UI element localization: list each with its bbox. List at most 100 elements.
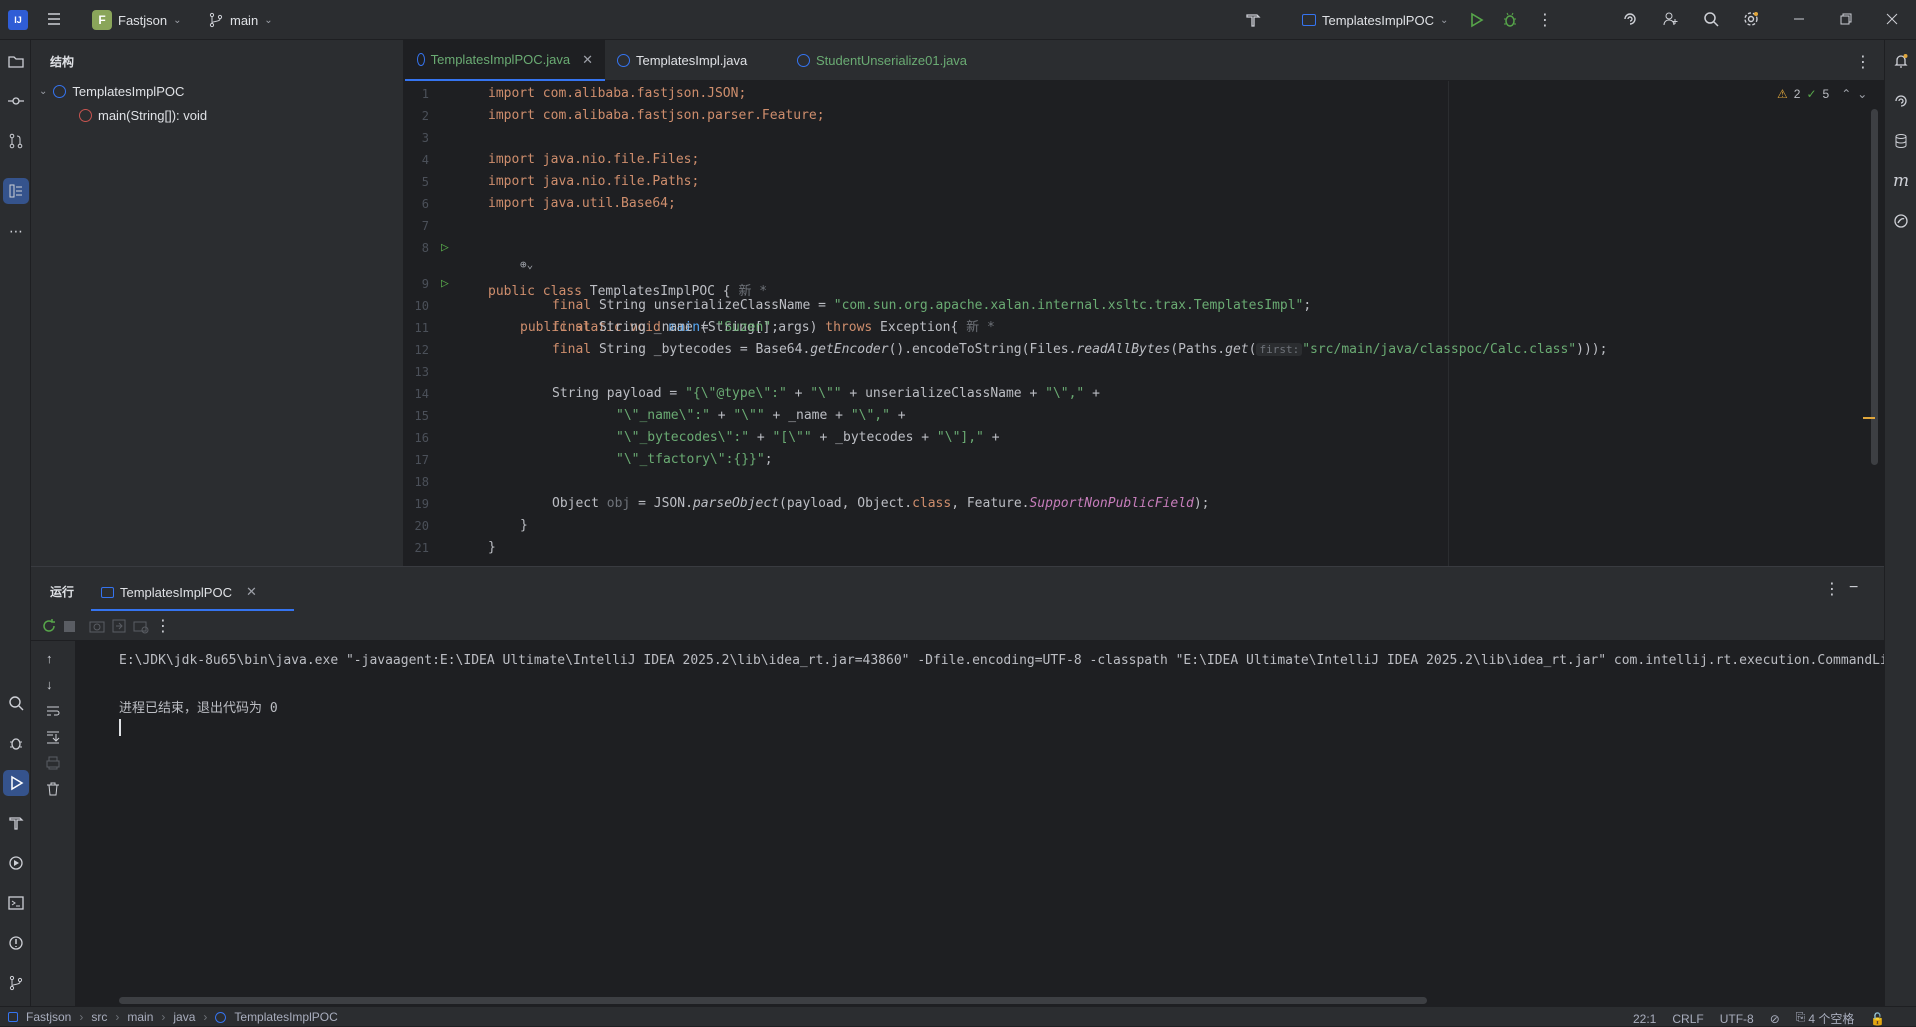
run-options-icon[interactable]: ⋮ (1824, 579, 1840, 599)
print-icon[interactable] (45, 755, 61, 771)
branch-selector[interactable]: main ⌄ (200, 6, 281, 34)
breadcrumb-item[interactable]: java (173, 1010, 195, 1024)
code-line: 9 ▷ public static void main(String[] arg… (405, 273, 1884, 335)
debug-tool-icon[interactable] (3, 730, 29, 756)
text-cursor (119, 719, 121, 736)
hide-panel-icon[interactable]: − (1849, 579, 1858, 597)
right-tool-bar: m (1884, 40, 1916, 1006)
tab-options-icon[interactable]: ⋮ (1855, 52, 1871, 72)
app-logo-icon[interactable]: IJ (8, 10, 28, 30)
title-bar: IJ F Fastjson ⌄ main ⌄ TemplatesImplPOC … (0, 0, 1916, 40)
commit-icon[interactable] (3, 88, 29, 114)
project-folder-icon[interactable] (3, 48, 29, 74)
database-icon[interactable] (1888, 128, 1914, 154)
restore-icon[interactable] (1838, 11, 1854, 27)
close-icon[interactable] (1884, 11, 1900, 27)
tab-templatesimpl[interactable]: TemplatesImpl.java (605, 40, 785, 81)
close-tab-icon[interactable]: ✕ (582, 52, 593, 68)
more-horizontal-icon[interactable]: ⋯ (3, 218, 29, 244)
project-selector[interactable]: F Fastjson ⌄ (84, 6, 190, 34)
screenshot-icon[interactable] (89, 618, 105, 634)
more-vertical-icon[interactable]: ⋮ (1537, 10, 1553, 30)
minimize-icon[interactable] (1791, 11, 1807, 27)
tab-templatesimplpoc[interactable]: TemplatesImplPOC.java ✕ (405, 40, 605, 81)
settings-gear-icon[interactable] (1743, 11, 1759, 27)
code-editor[interactable]: ⚠ 2 ✓ 5 ⌃ ⌄ 1 import com.alibaba.fastjson.J… (405, 81, 1884, 566)
java-class-icon (617, 54, 630, 67)
left-tool-bar: ⋯ (0, 40, 31, 1006)
maven-icon[interactable]: m (1888, 168, 1914, 194)
stop-icon[interactable] (64, 621, 75, 632)
inspection-profile-icon[interactable]: ⊘ (1770, 1012, 1780, 1026)
notifications-bell-icon[interactable] (1888, 48, 1914, 74)
code-line: 16 "\"_bytecodes\":" + "[\"" + _bytecodes… (414, 430, 1000, 445)
console-output[interactable]: E:\JDK\jdk-8u65\bin\java.exe "-javaagent… (76, 641, 1884, 1007)
run-config-label: TemplatesImplPOC (1322, 12, 1434, 28)
lock-icon[interactable]: 🔓 (1870, 1012, 1885, 1026)
scroll-to-end-icon[interactable] (45, 729, 61, 745)
caret-position[interactable]: 22:1 (1633, 1012, 1656, 1026)
java-class-icon (417, 53, 425, 66)
restore-layout-icon[interactable] (111, 618, 127, 634)
tab-label: TemplatesImpl.java (636, 53, 748, 68)
line-separator[interactable]: CRLF (1672, 1012, 1703, 1026)
breadcrumb-item[interactable]: TemplatesImplPOC (234, 1010, 337, 1024)
ai-assistant-icon[interactable] (1622, 11, 1638, 27)
git-icon[interactable] (3, 970, 29, 996)
breadcrumb-item[interactable]: Fastjson (26, 1010, 71, 1024)
run-tool-window: 运行 TemplatesImplPOC ✕ ⋮ − ⋮ ↑ ↓ E:\JDK\j… (31, 566, 1884, 1007)
build-tool-icon[interactable] (3, 810, 29, 836)
trash-icon[interactable] (45, 781, 61, 797)
camera-settings-icon[interactable] (133, 618, 149, 634)
structure-panel: 结构 ⌄ TemplatesImplPOC main(String[]): vo… (31, 40, 404, 566)
close-tab-icon[interactable]: ✕ (246, 584, 257, 600)
build-hammer-icon[interactable] (1245, 12, 1261, 28)
chevron-down-icon[interactable]: ⌄ (39, 86, 47, 97)
code-line: 5 import java.nio.file.Paths; (421, 174, 700, 189)
debug-icon[interactable] (1502, 12, 1518, 28)
horizontal-scrollbar[interactable] (119, 997, 1427, 1004)
class-icon (215, 1011, 227, 1023)
tab-studentunserialize01[interactable]: StudentUnserialize01.java (785, 40, 985, 81)
file-encoding[interactable]: UTF-8 (1720, 1012, 1754, 1026)
tree-item-method[interactable]: main(String[]): void (79, 108, 207, 123)
structure-icon[interactable] (3, 178, 29, 204)
run-gutter-icon[interactable]: ▷ (441, 273, 449, 295)
problems-icon[interactable] (3, 930, 29, 956)
code-line: 15 "\"_name\":" + "\"" + _name + "\"," + (414, 408, 906, 423)
run-icon[interactable] (1468, 12, 1484, 28)
code-line: 6 import java.util.Base64; (421, 196, 676, 211)
status-bar: Fastjson › src › main › java › Templates… (0, 1006, 1916, 1026)
soft-wrap-icon[interactable] (45, 703, 61, 719)
terminal-icon[interactable] (3, 890, 29, 916)
main-menu-icon[interactable] (46, 11, 62, 27)
services-icon[interactable] (3, 850, 29, 876)
breadcrumb-item[interactable]: main (127, 1010, 153, 1024)
arrow-down-icon[interactable]: ↓ (46, 677, 53, 692)
pull-requests-icon[interactable] (3, 128, 29, 154)
run-gutter-icon[interactable]: ▷ (441, 237, 449, 259)
tree-item-class[interactable]: ⌄ TemplatesImplPOC (39, 84, 184, 99)
search-icon[interactable] (1703, 11, 1719, 27)
arrow-up-icon[interactable]: ↑ (46, 651, 53, 666)
run-title: 运行 (50, 585, 75, 599)
indent-settings[interactable]: ⎘ 4 个空格 (1796, 1010, 1855, 1027)
breadcrumb-item[interactable]: src (91, 1010, 107, 1024)
chevron-right-icon: › (115, 1010, 120, 1024)
gradle-icon[interactable] (1888, 208, 1914, 234)
add-user-icon[interactable] (1663, 11, 1679, 27)
code-line: 10 final String unserializeClassName = "c… (414, 298, 1312, 313)
code-vision-hint[interactable]: ⊕⌄ (405, 257, 1884, 273)
run-tab-label: TemplatesImplPOC (120, 584, 232, 600)
project-name: Fastjson (118, 12, 168, 28)
code-line: 8 ▷ public class TemplatesImplPOC { 新 * (405, 237, 1884, 299)
more-vertical-icon[interactable]: ⋮ (155, 616, 171, 636)
run-tool-icon[interactable] (3, 770, 29, 796)
find-icon[interactable] (3, 690, 29, 716)
ai-chat-icon[interactable] (1888, 88, 1914, 114)
run-config-selector[interactable]: TemplatesImplPOC ⌄ (1294, 6, 1456, 34)
run-tab[interactable]: TemplatesImplPOC ✕ (91, 575, 294, 611)
rerun-icon[interactable] (41, 618, 57, 634)
tab-label: StudentUnserialize01.java (816, 53, 968, 68)
chevron-down-icon: ⌄ (264, 14, 273, 26)
